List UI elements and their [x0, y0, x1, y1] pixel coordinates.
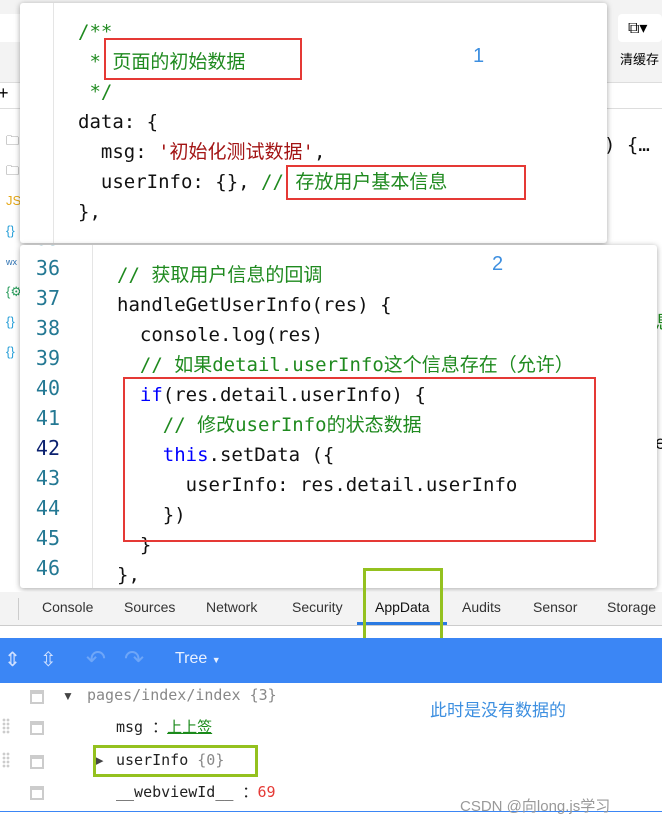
tab-sources[interactable]: Sources — [124, 599, 175, 615]
appdata-toolbar: ⇕ ⇳ ↶ ↷ Tree ▼ — [0, 638, 662, 683]
watermark: CSDN @向long.js学习 — [460, 798, 611, 815]
undo-icon[interactable]: ↶ — [86, 645, 106, 674]
tab-storage[interactable]: Storage — [607, 599, 656, 615]
checkbox-icon[interactable] — [30, 755, 44, 769]
highlight-box — [93, 745, 258, 777]
tree-root: pages/index/index {3} — [87, 686, 277, 704]
highlight-box — [123, 377, 596, 542]
checkbox-icon[interactable] — [30, 690, 44, 704]
highlight-box — [286, 165, 526, 200]
tab-security[interactable]: Security — [292, 599, 343, 615]
annotation-text: 此时是没有数据的 — [430, 701, 566, 720]
highlight-box — [363, 568, 443, 648]
annotation-number: 1 — [473, 45, 485, 67]
collapse-arrow-icon[interactable]: ▼ — [62, 689, 74, 703]
annotation-number: 2 — [492, 253, 504, 275]
devtools-tab-bar: Console Sources Network Security AppData… — [0, 592, 662, 626]
collapse-all-icon[interactable]: ⇳ — [40, 647, 57, 672]
add-icon[interactable]: + — [0, 83, 9, 104]
drag-handle-icon[interactable] — [2, 752, 10, 768]
tree-item-webviewid[interactable]: __webviewId__ ：69 — [116, 782, 276, 802]
expand-all-icon[interactable]: ⇕ — [4, 647, 21, 672]
checkbox-icon[interactable] — [30, 721, 44, 735]
line-numbers: 353637383940414243444546 — [35, 245, 60, 580]
tab-sensor[interactable]: Sensor — [533, 599, 577, 615]
checkbox-icon[interactable] — [30, 786, 44, 800]
tab-audits[interactable]: Audits — [462, 599, 501, 615]
drag-handle-icon[interactable] — [2, 718, 10, 734]
clear-cache-button[interactable]: 清缓存 — [620, 49, 659, 68]
redo-icon[interactable]: ↷ — [124, 645, 144, 674]
tab-console[interactable]: Console — [42, 599, 93, 615]
tab-network[interactable]: Network — [206, 599, 257, 615]
background-code-fragment: ) {… — [604, 134, 650, 156]
layers-icon[interactable]: ⧉▾ — [618, 14, 662, 42]
highlight-box — [104, 38, 302, 80]
tree-item-msg[interactable]: msg ：上上签 — [116, 717, 212, 737]
view-mode-select[interactable]: Tree ▼ — [175, 650, 221, 668]
